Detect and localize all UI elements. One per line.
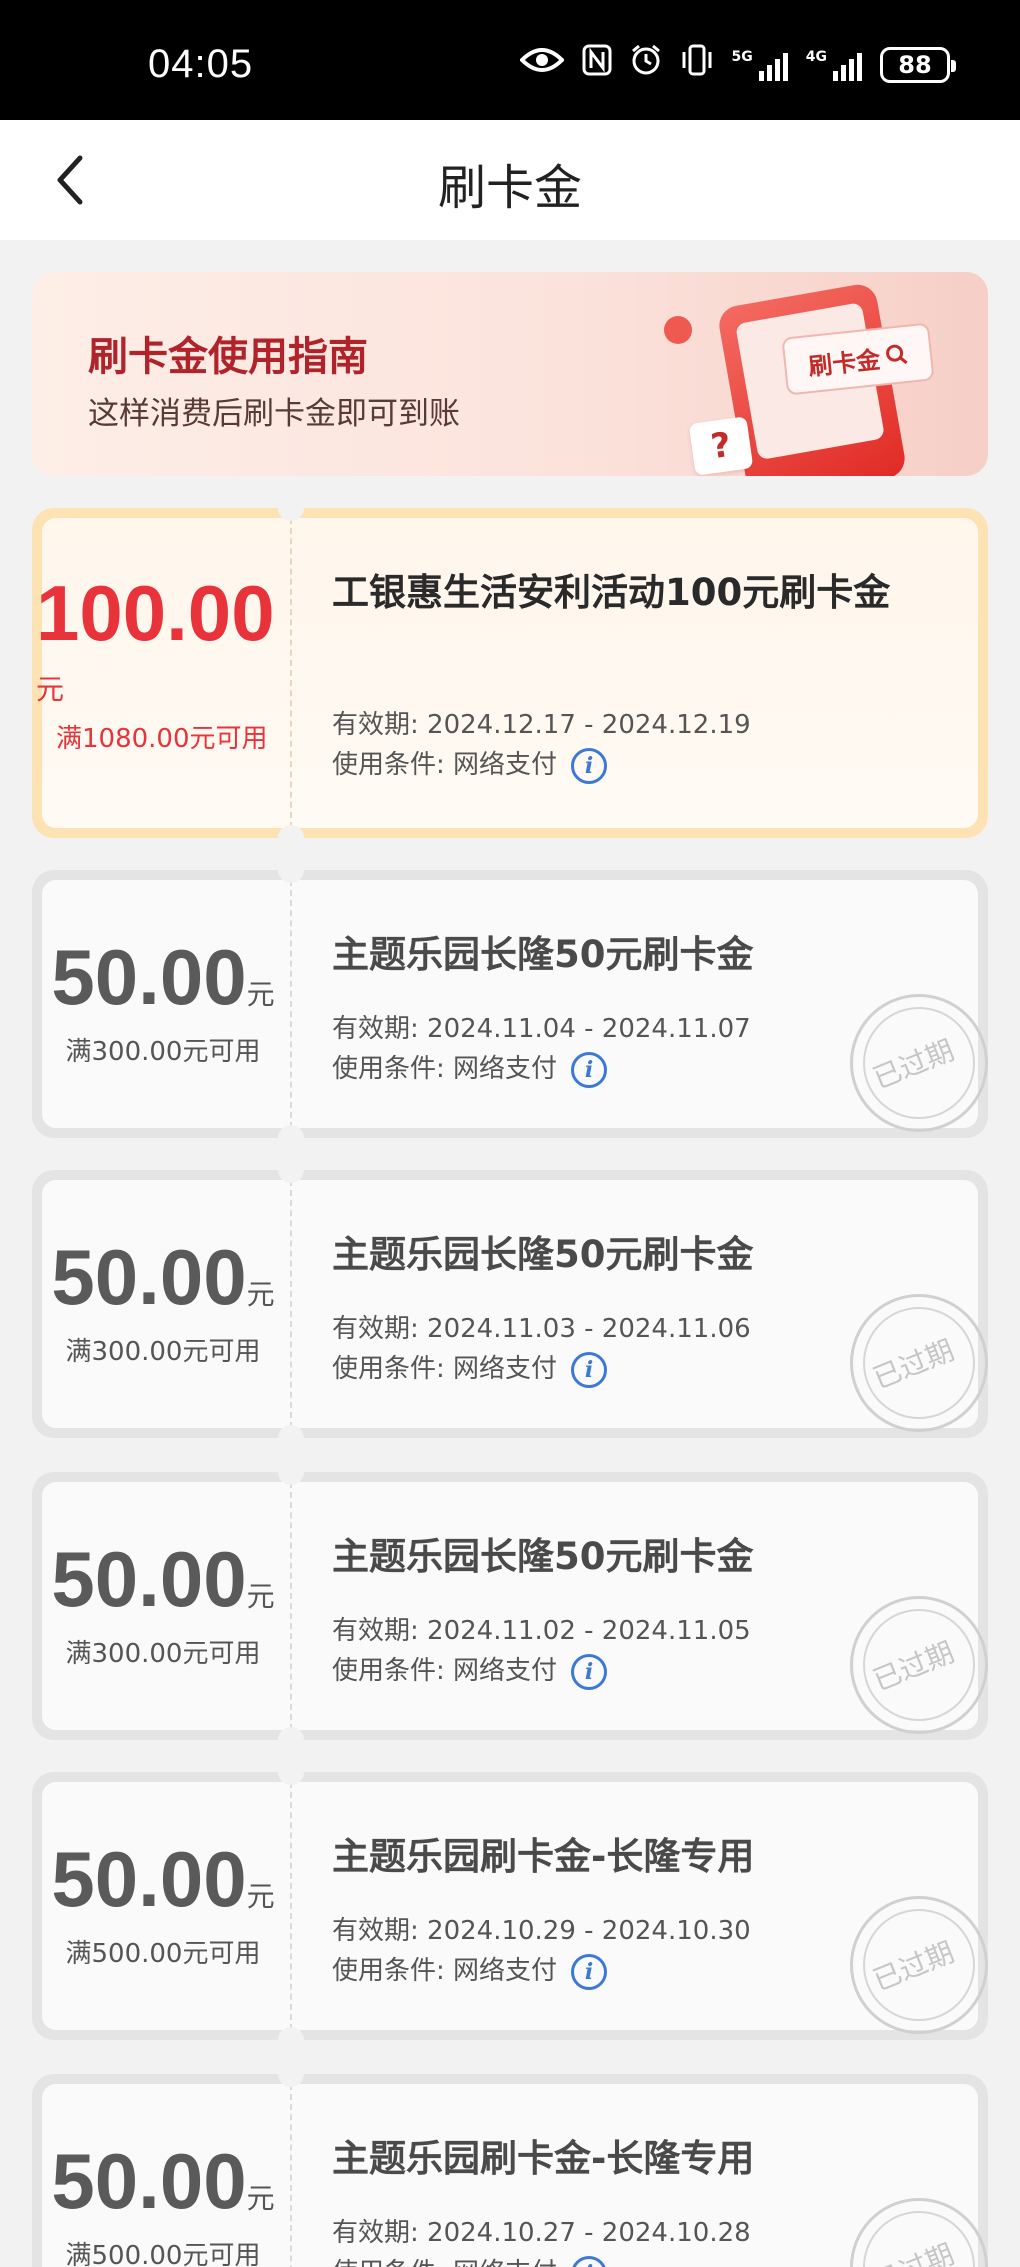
- expired-stamp-text: 已过期: [868, 1635, 959, 1698]
- coupon-amount: 50.00: [51, 1535, 247, 1623]
- info-icon[interactable]: i: [571, 747, 608, 784]
- coupon-threshold: 满500.00元可用: [65, 1939, 261, 1969]
- alarm-icon: [630, 44, 662, 85]
- coupon-unit: 元: [246, 978, 275, 1011]
- expired-stamp-text: 已过期: [868, 1033, 959, 1096]
- coupon-card[interactable]: 50.00元 满300.00元可用 主题乐园长隆50元刷卡金 有效期: 2024…: [32, 1472, 988, 1740]
- status-icons: 5G 4G 88: [518, 44, 956, 85]
- question-mark-icon: ?: [688, 416, 754, 476]
- expired-stamp-text: 已过期: [868, 1935, 959, 1998]
- illustration-search-text: 刷卡金: [807, 345, 882, 381]
- vibrate-icon: [680, 44, 714, 85]
- coupon-unit: 元: [246, 1880, 275, 1913]
- expired-stamp: 已过期: [850, 1896, 988, 2034]
- coupon-validity: 有效期: 2024.11.04 - 2024.11.07: [332, 1014, 751, 1044]
- coupon-unit: 元: [246, 2182, 275, 2215]
- coupon-amount: 100.00: [36, 569, 275, 657]
- guide-banner[interactable]: 刷卡金使用指南 这样消费后刷卡金即可到账 刷卡金 ?: [32, 272, 988, 476]
- coupon-title: 主题乐园刷卡金-长隆专用: [332, 1835, 755, 1878]
- coupon-amount: 50.00: [51, 2137, 247, 2225]
- coupon-condition: 使用条件: 网络支付: [332, 750, 558, 780]
- coupon-condition: 使用条件: 网络支付: [332, 1354, 558, 1384]
- expired-stamp-text: 已过期: [867, 2233, 960, 2267]
- network-4g-label: 4G: [805, 48, 827, 65]
- decor-dot: [664, 316, 692, 344]
- coupon-title: 工银惠生活安利活动100元刷卡金: [332, 571, 891, 614]
- battery-icon: 88: [880, 46, 956, 83]
- banner-title: 刷卡金使用指南: [88, 334, 368, 380]
- banner-subtitle: 这样消费后刷卡金即可到账: [88, 396, 460, 432]
- coupon-card[interactable]: 50.00元 满300.00元可用 主题乐园长隆50元刷卡金 有效期: 2024…: [32, 1170, 988, 1438]
- status-bar: 04:05 5G 4G 88: [0, 0, 1020, 120]
- coupon-threshold: 满1080.00元可用: [56, 724, 268, 754]
- coupon-title: 主题乐园长隆50元刷卡金: [332, 933, 754, 976]
- coupon-condition: 使用条件: 网络支付: [332, 1054, 558, 1084]
- battery-level: 88: [898, 50, 932, 79]
- signal-5g-icon: 5G: [732, 49, 788, 81]
- expired-stamp-text: 已过期: [868, 1333, 959, 1396]
- signal-4g-icon: 4G: [806, 49, 862, 81]
- info-icon[interactable]: i: [571, 1351, 608, 1388]
- coupon-title: 主题乐园长隆50元刷卡金: [332, 1233, 754, 1276]
- coupon-threshold: 满300.00元可用: [65, 1337, 261, 1367]
- nav-header: 刷卡金: [0, 120, 1020, 240]
- expired-stamp: 已过期: [850, 994, 988, 1132]
- coupon-title: 主题乐园刷卡金-长隆专用: [332, 2137, 755, 2180]
- coupon-unit: 元: [36, 673, 65, 706]
- info-icon[interactable]: i: [571, 2255, 608, 2267]
- coupon-card[interactable]: 50.00元 满300.00元可用 主题乐园长隆50元刷卡金 有效期: 2024…: [32, 870, 988, 1138]
- coupon-amount: 50.00: [51, 1835, 247, 1923]
- coupon-card[interactable]: 100.00 元 满1080.00元可用 工银惠生活安利活动100元刷卡金 有效…: [32, 508, 988, 838]
- page-title: 刷卡金: [437, 160, 582, 216]
- coupon-unit: 元: [246, 1580, 275, 1613]
- coupon-amount: 50.00: [51, 1233, 247, 1321]
- status-time: 04:05: [148, 42, 254, 86]
- info-icon[interactable]: i: [571, 1953, 608, 1990]
- coupon-condition: 使用条件: 网络支付: [332, 1956, 558, 1986]
- coupon-validity: 有效期: 2024.10.29 - 2024.10.30: [332, 1916, 751, 1946]
- info-icon[interactable]: i: [571, 1051, 608, 1088]
- coupon-threshold: 满300.00元可用: [65, 1037, 261, 1067]
- search-icon: [886, 344, 908, 365]
- network-5g-label: 5G: [731, 48, 753, 65]
- coupon-condition: 使用条件: 网络支付: [332, 1656, 558, 1686]
- coupon-card[interactable]: 50.00元 满500.00元可用 主题乐园刷卡金-长隆专用 有效期: 2024…: [32, 2074, 988, 2267]
- coupon-title: 主题乐园长隆50元刷卡金: [332, 1535, 754, 1578]
- coupon-card[interactable]: 50.00元 满500.00元可用 主题乐园刷卡金-长隆专用 有效期: 2024…: [32, 1772, 988, 2040]
- coupon-unit: 元: [246, 1278, 275, 1311]
- coupon-threshold: 满500.00元可用: [65, 2241, 261, 2267]
- info-icon[interactable]: i: [571, 1653, 608, 1690]
- coupon-validity: 有效期: 2024.11.03 - 2024.11.06: [332, 1314, 751, 1344]
- coupon-validity: 有效期: 2024.10.27 - 2024.10.28: [332, 2218, 751, 2248]
- eye-icon: [518, 46, 565, 83]
- coupon-condition: 使用条件: 网络支付: [332, 2258, 557, 2267]
- nfc-icon: [582, 44, 612, 85]
- coupon-validity: 有效期: 2024.12.17 - 2024.12.19: [332, 710, 751, 740]
- coupon-threshold: 满300.00元可用: [65, 1639, 261, 1669]
- coupon-amount: 50.00: [51, 933, 247, 1021]
- expired-stamp: 已过期: [850, 1294, 988, 1432]
- expired-stamp: 已过期: [850, 1596, 988, 1734]
- coupon-validity: 有效期: 2024.11.02 - 2024.11.05: [332, 1616, 751, 1646]
